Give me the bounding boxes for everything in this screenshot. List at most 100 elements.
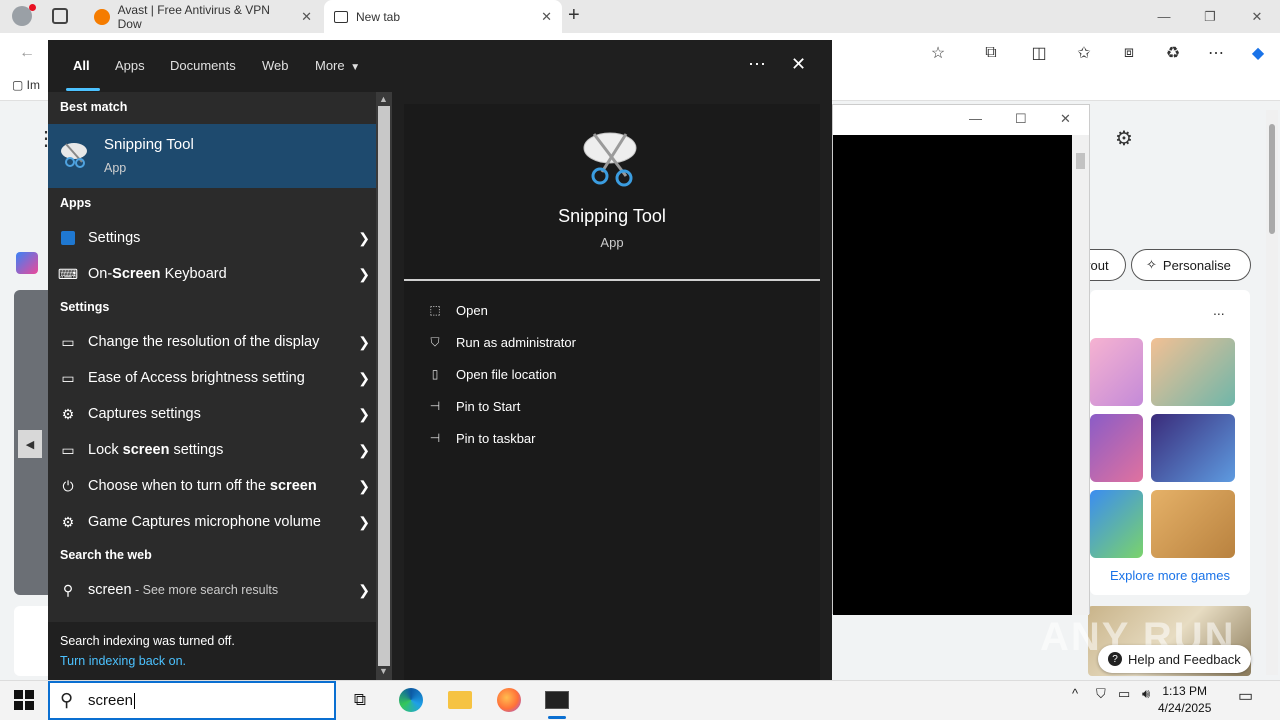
volume-icon[interactable]: 🔊︎ — [1142, 686, 1150, 702]
favorites-icon[interactable]: ✩ — [1071, 40, 1097, 66]
action-run-as-admin[interactable]: ⛉ Run as administrator — [426, 330, 575, 354]
best-match-result[interactable]: Snipping Tool App — [48, 124, 376, 188]
personalise-button[interactable]: ✧ Personalise — [1131, 249, 1251, 281]
game-tile[interactable] — [1151, 338, 1235, 406]
chevron-right-icon[interactable]: ❯ — [358, 514, 370, 531]
security-icon[interactable]: ⛉ — [1096, 686, 1106, 702]
extensions-icon[interactable]: ⧉ — [978, 40, 1004, 66]
chevron-right-icon[interactable]: ❯ — [358, 230, 370, 247]
scroll-up-icon[interactable]: ▲ — [379, 94, 388, 104]
results-scrollbar[interactable]: ▲ ▼ — [376, 92, 392, 680]
result-setting[interactable]: ▭ Ease of Access brightness setting ❯ — [48, 360, 376, 396]
start-button[interactable] — [14, 690, 34, 710]
window-scrollbar[interactable] — [1072, 135, 1089, 615]
result-label: Change the resolution of the display — [88, 334, 320, 350]
clock[interactable]: 1:13 PM 4/24/2025 — [1158, 683, 1211, 717]
split-screen-icon[interactable]: ◫ — [1026, 40, 1052, 66]
maximize-button[interactable]: ☐ — [1015, 111, 1027, 127]
game-tile[interactable] — [1151, 490, 1235, 558]
copilot-icon[interactable]: ◆ — [1245, 40, 1271, 66]
result-setting[interactable]: ▭ Lock screen settings ❯ — [48, 432, 376, 468]
chevron-right-icon[interactable]: ❯ — [358, 442, 370, 459]
performance-icon[interactable]: ♻ — [1160, 40, 1186, 66]
tab-documents[interactable]: Documents — [170, 58, 236, 73]
notifications-icon[interactable]: ▭ — [1238, 686, 1253, 706]
scroll-down-icon[interactable]: ▼ — [379, 666, 388, 676]
task-view-icon[interactable]: ⧉ — [345, 686, 375, 714]
back-icon[interactable]: ← — [14, 40, 40, 66]
edge-icon[interactable] — [396, 686, 426, 714]
snipping-tool-large-icon — [582, 126, 644, 188]
terminal-icon[interactable] — [542, 686, 572, 714]
personalise-icon: ✧ — [1146, 257, 1157, 272]
firefox-icon[interactable] — [494, 686, 524, 714]
collections-icon[interactable]: ⧈ — [1116, 40, 1142, 66]
tab-all[interactable]: All — [73, 58, 90, 73]
page-settings-icon[interactable]: ⚙ — [1115, 126, 1133, 151]
result-onscreen-keyboard[interactable]: ⌨ On-Screen Keyboard ❯ — [48, 256, 376, 292]
result-detail-pane: Snipping Tool App ⬚ Open ⛉ Run as administ… — [404, 104, 820, 680]
result-setting[interactable]: ▭ Change the resolution of the display ❯ — [48, 324, 376, 360]
action-pin-to-taskbar[interactable]: ⊣ Pin to taskbar — [426, 426, 536, 450]
close-tab-icon[interactable]: ✕ — [301, 9, 312, 25]
more-menu-icon[interactable]: ⋯ — [1203, 40, 1229, 66]
favorites-bar-item[interactable]: ▢ Im — [12, 78, 40, 92]
carousel-prev-icon[interactable]: ◀ — [18, 430, 42, 458]
favorite-star-icon[interactable]: ☆ — [925, 40, 951, 66]
close-tab-icon[interactable]: ✕ — [541, 9, 552, 25]
more-options-icon[interactable]: ⋯ — [748, 54, 766, 75]
chevron-right-icon[interactable]: ❯ — [358, 406, 370, 423]
minimize-button[interactable]: — — [1141, 0, 1187, 33]
page-scrollbar[interactable] — [1266, 110, 1278, 675]
more-options-icon[interactable]: ... — [1213, 302, 1225, 318]
close-button[interactable]: ✕ — [1060, 111, 1071, 127]
turn-indexing-on-link[interactable]: Turn indexing back on. — [60, 654, 186, 668]
chevron-right-icon[interactable]: ❯ — [358, 334, 370, 351]
section-heading: Search the web — [60, 548, 152, 562]
tab-web[interactable]: Web — [262, 58, 289, 73]
result-label: Choose when to turn off the screen — [88, 478, 317, 494]
tab-avast[interactable]: Avast | Free Antivirus & VPN Dow ✕ — [84, 0, 322, 33]
indexing-text: Search indexing was turned off. — [60, 634, 235, 648]
help-feedback-button[interactable]: ? Help and Feedback — [1098, 645, 1251, 673]
tab-more[interactable]: More ▼ — [315, 58, 360, 73]
search-query[interactable]: screen — [88, 692, 136, 710]
game-tile[interactable] — [1151, 414, 1235, 482]
network-icon[interactable]: ▭ — [1118, 686, 1130, 702]
action-open[interactable]: ⬚ Open — [426, 298, 487, 322]
result-web-search[interactable]: ⚲ screen - See more search results ❯ — [48, 572, 376, 608]
game-tile[interactable] — [1090, 338, 1143, 406]
help-icon: ? — [1108, 652, 1122, 666]
close-icon[interactable]: ✕ — [791, 54, 806, 75]
close-window-button[interactable]: ✕ — [1234, 0, 1280, 33]
chevron-right-icon[interactable]: ❯ — [358, 478, 370, 495]
notification-dot — [29, 4, 36, 11]
game-tile[interactable] — [1090, 490, 1143, 558]
active-tab-indicator — [66, 88, 100, 91]
result-label: Ease of Access brightness setting — [88, 370, 305, 386]
action-open-file-location[interactable]: ▯ Open file location — [426, 362, 557, 386]
scroll-thumb[interactable] — [378, 106, 390, 666]
result-setting[interactable]: ⏻ Choose when to turn off the screen ❯ — [48, 468, 376, 504]
new-tab-button[interactable]: + — [568, 4, 580, 27]
tab-new-tab[interactable]: New tab ✕ — [324, 0, 562, 33]
result-setting[interactable]: ⚙ Captures settings ❯ — [48, 396, 376, 432]
file-explorer-icon[interactable] — [445, 686, 475, 714]
chevron-right-icon[interactable]: ❯ — [358, 266, 370, 283]
tab-actions-icon[interactable] — [52, 8, 68, 24]
result-setting[interactable]: ⚙ Game Captures microphone volume ❯ — [48, 504, 376, 540]
tab-title: Avast | Free Antivirus & VPN Dow — [117, 2, 270, 31]
explore-more-games-link[interactable]: Explore more games — [1110, 568, 1230, 583]
date: 4/24/2025 — [1158, 701, 1212, 715]
action-pin-to-start[interactable]: ⊣ Pin to Start — [426, 394, 521, 418]
taskbar-search-box[interactable]: ⚲ screen — [48, 681, 336, 720]
tab-apps[interactable]: Apps — [115, 58, 145, 73]
search-icon: ⚲ — [62, 581, 74, 598]
minimize-button[interactable]: — — [969, 111, 982, 126]
result-settings-app[interactable]: Settings ❯ — [48, 220, 376, 256]
chevron-right-icon[interactable]: ❯ — [358, 582, 370, 599]
game-tile[interactable] — [1090, 414, 1143, 482]
restore-button[interactable]: ❐ — [1187, 0, 1233, 33]
chevron-up-icon[interactable]: ^ — [1072, 686, 1078, 701]
chevron-right-icon[interactable]: ❯ — [358, 370, 370, 387]
